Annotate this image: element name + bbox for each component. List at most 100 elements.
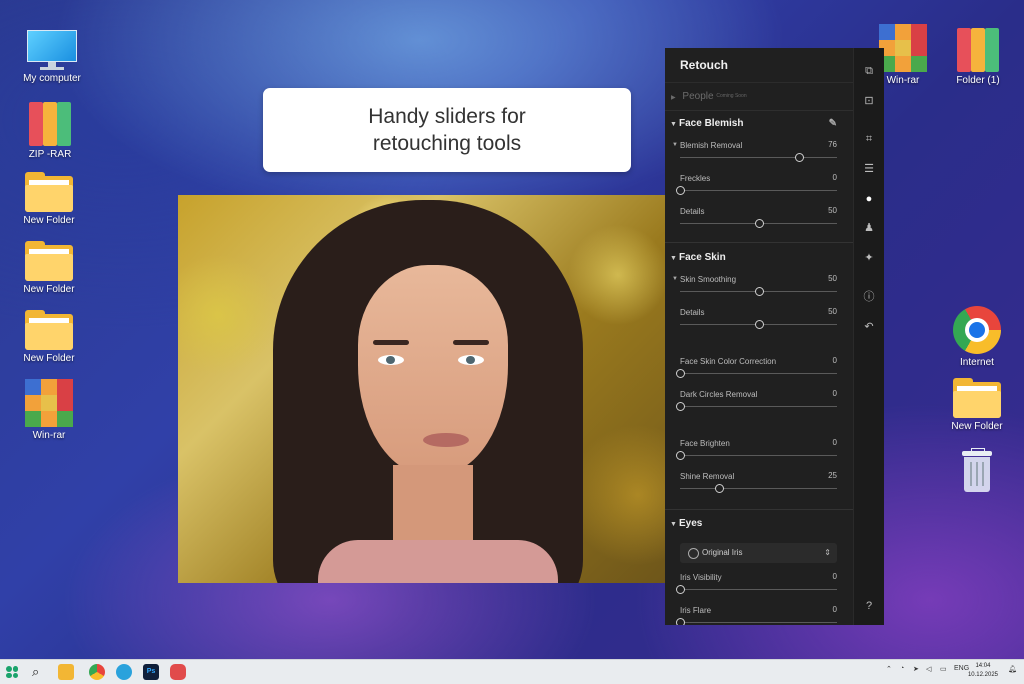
body-icon[interactable]: ♟ xyxy=(862,221,876,235)
notification-bell-icon[interactable]: 🔔︎ xyxy=(1008,665,1017,673)
desktop-icon-zip-rar[interactable]: ZIP -RAR xyxy=(18,102,82,160)
callout-line-1: Handy sliders for xyxy=(368,105,526,128)
slider-knob[interactable] xyxy=(676,369,685,378)
desktop-icon-new-folder[interactable]: New Folder xyxy=(945,378,1009,432)
monitor-icon xyxy=(26,30,78,70)
slider-track[interactable] xyxy=(680,455,837,456)
section-eyes[interactable]: ▼ Eyes xyxy=(665,511,853,537)
slider-knob[interactable] xyxy=(715,484,725,493)
slider-label: Freckles xyxy=(680,174,711,183)
desktop-icon-folder-1[interactable]: Folder (1) xyxy=(946,28,1010,86)
desktop-icon-label: New Folder xyxy=(23,215,75,226)
expand-arrow-icon: ▼ xyxy=(672,276,678,282)
desktop-icon-win-rar[interactable]: Win-rar xyxy=(17,379,81,441)
section-title: Face Skin xyxy=(679,252,726,263)
desktop-icon-new-folder[interactable]: New Folder xyxy=(17,172,81,226)
slider-shine-removal[interactable]: Shine Removal 25 xyxy=(665,468,853,501)
clock[interactable]: 14:04 10.12.2025 xyxy=(968,662,998,680)
desktop-icon-recycle-bin[interactable] xyxy=(945,448,1009,495)
sparkle-icon[interactable]: ✦ xyxy=(862,251,876,265)
divider xyxy=(665,509,853,510)
slider-face-brighten[interactable]: Face Brighten 0 xyxy=(665,435,853,468)
language-indicator[interactable]: ENG xyxy=(954,665,969,672)
slider-label: Face Brighten xyxy=(680,439,730,448)
slider-knob[interactable] xyxy=(676,585,685,594)
slider-iris-flare[interactable]: Iris Flare 0 xyxy=(665,602,853,625)
slider-label: Iris Visibility xyxy=(680,573,722,582)
layers-icon[interactable]: ⧉ xyxy=(862,64,876,78)
file-explorer-icon[interactable] xyxy=(58,664,74,680)
slider-dark-circles-removal[interactable]: Dark Circles Removal 0 xyxy=(665,386,853,419)
display-icon[interactable]: ▭ xyxy=(940,665,947,673)
slider-track[interactable] xyxy=(680,622,837,623)
magic-brush-icon[interactable]: ✎ xyxy=(829,111,837,137)
slider-skin-details[interactable]: Details 50 xyxy=(665,304,853,337)
binders-icon xyxy=(955,28,1001,72)
chrome-icon[interactable] xyxy=(89,664,105,680)
slider-knob[interactable] xyxy=(795,153,805,162)
desktop-icon-new-folder[interactable]: New Folder xyxy=(17,310,81,364)
tool-rail: ⧉ ⊡ ⌗ ☰ ● ♟ ✦ ⓘ ↶ ? xyxy=(853,48,884,625)
slider-track[interactable] xyxy=(680,589,837,590)
section-title: Eyes xyxy=(679,518,703,529)
iris-circle-icon xyxy=(688,548,699,559)
callout-line-2: retouching tools xyxy=(372,132,522,155)
slider-track[interactable] xyxy=(680,157,837,158)
desktop-icon-new-folder[interactable]: New Folder xyxy=(17,241,81,295)
slider-blemish-removal[interactable]: ▼ Blemish Removal 76 xyxy=(665,137,853,170)
section-face-blemish[interactable]: ▼ Face Blemish ✎ xyxy=(665,111,853,137)
slider-knob[interactable] xyxy=(676,186,685,195)
volume-icon[interactable]: ◁ xyxy=(926,665,931,673)
adjust-icon[interactable]: ☰ xyxy=(862,162,876,176)
slider-track[interactable] xyxy=(680,406,837,407)
slider-knob[interactable] xyxy=(754,219,764,228)
chevron-updown-icon: ⇕ xyxy=(824,548,831,557)
slider-track[interactable] xyxy=(680,190,837,191)
iris-dropdown[interactable]: Original Iris ⇕ xyxy=(680,543,837,563)
slider-label: Dark Circles Removal xyxy=(680,390,758,399)
people-section: ▶ People Coming Soon xyxy=(665,83,853,111)
folder-icon xyxy=(25,241,73,281)
slider-skin-color-correction[interactable]: Face Skin Color Correction 0 xyxy=(665,353,853,386)
winrar-icon xyxy=(879,24,927,72)
search-icon[interactable]: ⌕ xyxy=(32,664,48,680)
slider-label: Iris Flare xyxy=(680,606,712,615)
slider-track[interactable] xyxy=(680,373,837,374)
slider-freckles[interactable]: Freckles 0 xyxy=(665,170,853,203)
feature-callout: Handy sliders for retouching tools xyxy=(263,88,631,172)
taskbar: ⌕ Ps ⌃ ◔ ➤ ◁ ▭ ENG 14:04 10.12.2025 🔔︎ xyxy=(0,659,1024,684)
desktop-icon-internet[interactable]: Internet xyxy=(945,306,1009,368)
section-face-skin[interactable]: ▼ Face Skin xyxy=(665,245,853,271)
desktop-icon-label: Internet xyxy=(960,357,994,368)
help-icon[interactable]: ? xyxy=(862,599,876,613)
telegram-icon[interactable] xyxy=(116,664,132,680)
collapse-arrow-icon: ▼ xyxy=(670,255,677,262)
app-icon[interactable] xyxy=(170,664,186,680)
info-icon[interactable]: ⓘ xyxy=(862,290,876,304)
slider-knob[interactable] xyxy=(676,618,685,625)
section-title: Face Blemish xyxy=(679,118,744,129)
slider-knob[interactable] xyxy=(754,320,764,329)
photoshop-icon[interactable]: Ps xyxy=(143,664,159,680)
slider-knob[interactable] xyxy=(754,287,764,296)
slider-skin-smoothing[interactable]: ▼ Skin Smoothing 50 xyxy=(665,271,853,304)
slider-knob[interactable] xyxy=(676,402,685,411)
undo-icon[interactable]: ↶ xyxy=(862,320,876,334)
slider-knob[interactable] xyxy=(676,451,685,460)
folder-icon xyxy=(25,310,73,350)
winrar-icon xyxy=(25,379,73,427)
network-icon[interactable]: ◔ xyxy=(900,665,904,672)
slider-label: Skin Smoothing xyxy=(680,275,737,284)
desktop-icon-my-computer[interactable]: My computer xyxy=(20,30,84,84)
slider-track[interactable] xyxy=(680,488,837,489)
select-icon[interactable]: ⊡ xyxy=(862,94,876,108)
slider-blemish-details[interactable]: Details 50 xyxy=(665,203,853,236)
telegram-tray-icon[interactable]: ➤ xyxy=(913,665,919,673)
slider-value: 0 xyxy=(832,389,837,398)
person-icon[interactable]: ● xyxy=(862,192,876,206)
binders-icon xyxy=(27,102,73,146)
windows-start-icon[interactable] xyxy=(6,666,18,678)
crop-icon[interactable]: ⌗ xyxy=(862,132,876,146)
slider-iris-visibility[interactable]: Iris Visibility 0 xyxy=(665,569,853,602)
chevron-up-icon[interactable]: ⌃ xyxy=(886,665,892,673)
